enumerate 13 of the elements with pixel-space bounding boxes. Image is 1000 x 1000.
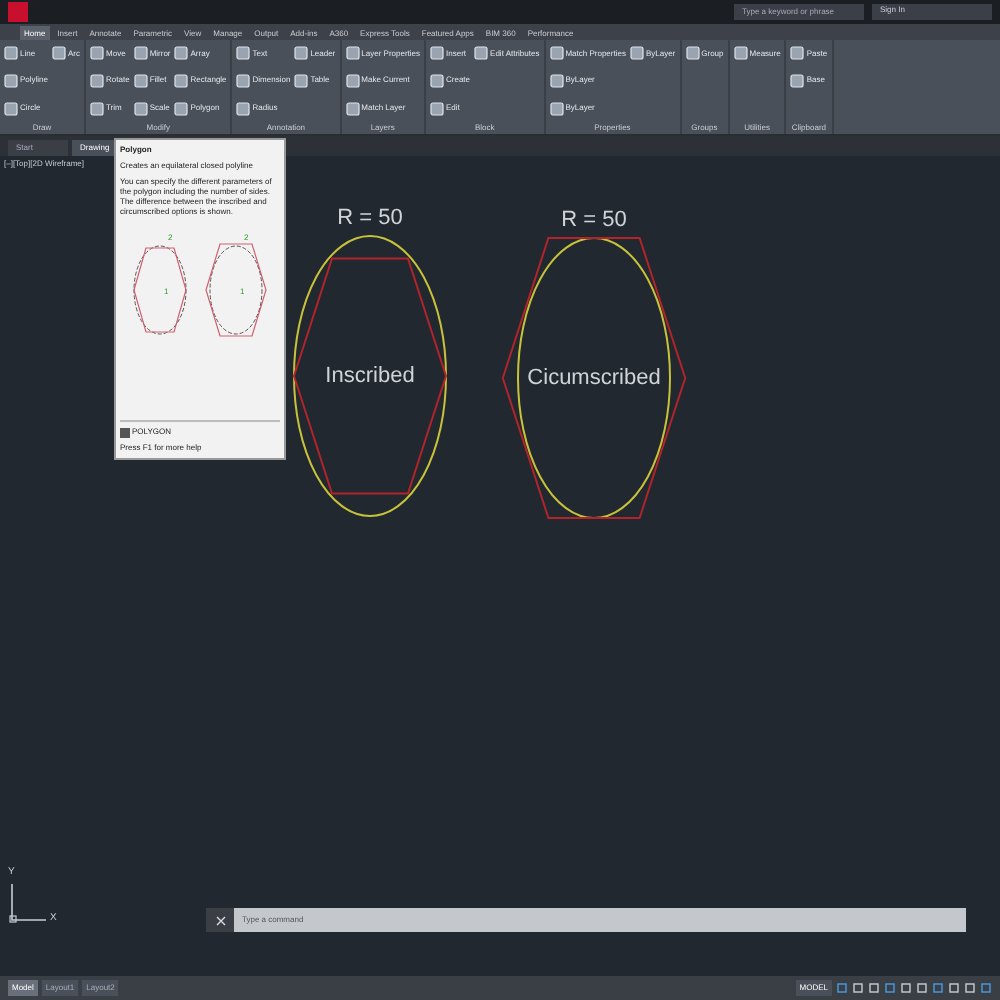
ucs-axis-icon — [8, 882, 52, 926]
command-controls[interactable] — [206, 908, 234, 932]
tool-icon — [733, 46, 748, 61]
close-icon[interactable] — [215, 915, 225, 925]
tool-icon — [52, 46, 67, 61]
tool-icon — [685, 46, 700, 61]
tool-icon — [629, 46, 644, 61]
shape-label: Cicumscribed — [527, 363, 661, 394]
command-icon — [120, 427, 130, 437]
tool-icon — [474, 46, 489, 61]
radius-label: R = 50 — [561, 206, 627, 236]
shape-label: Inscribed — [325, 361, 415, 392]
radius-label: R = 50 — [337, 204, 403, 234]
